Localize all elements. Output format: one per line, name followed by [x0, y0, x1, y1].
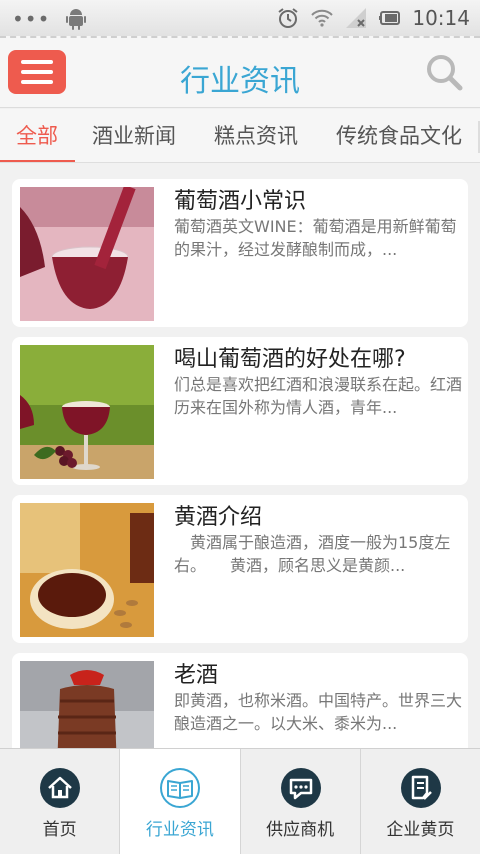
wine-grapes-image [20, 345, 154, 479]
list-item[interactable]: 老酒 即黄酒，也称米酒。中国特产。世界三大酿造酒之一。以大米、黍米为... [12, 653, 468, 748]
list-item[interactable]: 黄酒介绍 黄酒属于酿造酒，酒度一般为15度左右。 黄酒，顾名思义是黄颜... [12, 495, 468, 643]
aged-wine-jar-image [20, 661, 154, 748]
article-title: 老酒 [174, 663, 219, 688]
app-header: 行业资讯 [0, 36, 480, 108]
tab-traditional-food-culture[interactable]: 传统食品文化 [336, 109, 462, 162]
nav-home[interactable]: 首页 [0, 749, 121, 854]
notification-dots: ••• [12, 7, 51, 31]
active-tab-indicator [0, 160, 75, 162]
document-edit-icon [400, 768, 441, 808]
tab-pastry-news[interactable]: 糕点资讯 [214, 109, 298, 162]
nav-supply-opportunities-label: 供应商机 [266, 820, 335, 840]
book-icon [160, 768, 201, 808]
category-tabs: 全部 酒业新闻 糕点资讯 传统食品文化 [0, 109, 480, 163]
article-summary: 们总是喜欢把红酒和浪漫联系在起。红酒历来在国外称为情人酒，青年... [174, 375, 463, 417]
tab-all[interactable]: 全部 [16, 109, 58, 162]
status-bar: ••• 10:14 [0, 0, 480, 36]
list-item[interactable]: 葡萄酒小常识 葡萄酒英文WINE：葡萄酒是用新鲜葡萄的果汁，经过发酵酿制而成，.… [12, 179, 468, 327]
article-summary: 黄酒属于酿造酒，酒度一般为15度左右。 黄酒，顾名思义是黄颜... [174, 533, 451, 575]
home-icon [40, 768, 80, 808]
red-wine-glass-image [20, 187, 154, 321]
chat-bubble-icon [280, 768, 321, 808]
tab-wine-news[interactable]: 酒业新闻 [92, 109, 176, 162]
article-list: 葡萄酒小常识 葡萄酒英文WINE：葡萄酒是用新鲜葡萄的果汁，经过发酵酿制而成，.… [0, 164, 480, 748]
nav-industry-news-label: 行业资讯 [145, 820, 214, 840]
nav-home-label: 首页 [42, 820, 77, 840]
nav-supply-opportunities[interactable]: 供应商机 [241, 749, 361, 854]
article-summary: 即黄酒，也称米酒。中国特产。世界三大酿造酒之一。以大米、黍米为... [174, 691, 463, 733]
bottom-navigation: 首页 行业资讯 供应商机 企业黄页 [0, 748, 480, 854]
search-icon[interactable] [424, 52, 464, 92]
article-summary: 葡萄酒英文WINE：葡萄酒是用新鲜葡萄的果汁，经过发酵酿制而成，... [174, 217, 457, 259]
nav-business-directory[interactable]: 企业黄页 [361, 749, 480, 854]
yellow-wine-image [20, 503, 154, 637]
nav-industry-news[interactable]: 行业资讯 [120, 749, 241, 854]
list-item[interactable]: 喝山葡萄酒的好处在哪? 们总是喜欢把红酒和浪漫联系在起。红酒历来在国外称为情人酒… [12, 337, 468, 485]
page-title: 行业资讯 [180, 64, 300, 99]
alarm-icon [278, 8, 298, 28]
clock: 10:14 [412, 6, 470, 30]
wifi-icon [311, 9, 334, 27]
article-title: 喝山葡萄酒的好处在哪? [174, 347, 406, 372]
android-icon [66, 9, 87, 30]
article-title: 黄酒介绍 [174, 505, 263, 530]
signal-icon [346, 8, 367, 28]
article-title: 葡萄酒小常识 [174, 189, 307, 214]
nav-business-directory-label: 企业黄页 [386, 820, 455, 840]
battery-icon [379, 11, 401, 25]
